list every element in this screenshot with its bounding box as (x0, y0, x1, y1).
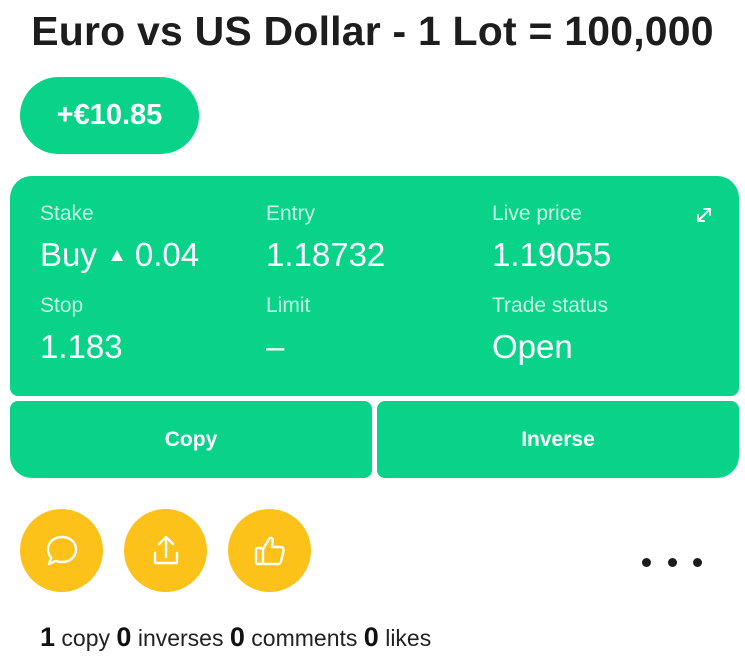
stake-cell: Stake Buy 0.04 (40, 202, 199, 274)
social-stats: 1 copy 0 inverses 0 comments 0 likes (40, 622, 431, 653)
trade-status-label: Trade status (492, 294, 608, 317)
limit-cell: Limit – (266, 294, 310, 366)
entry-label: Entry (266, 202, 316, 225)
copies-label: copy (61, 625, 111, 651)
limit-label: Limit (266, 294, 311, 317)
live-price-cell: Live price 1.19055 (492, 202, 611, 274)
live-price-label: Live price (492, 202, 582, 225)
inverses-label: inverses (137, 625, 224, 651)
likes-count: 0 (363, 622, 379, 652)
stop-value: 1.183 (40, 328, 123, 365)
comment-button[interactable] (20, 509, 103, 592)
inverses-count: 0 (116, 622, 132, 652)
stake-amount: 0.04 (134, 236, 200, 273)
more-icon-dot (693, 557, 702, 567)
like-icon (254, 536, 285, 565)
stake-label: Stake (40, 202, 94, 225)
share-icon (153, 535, 178, 564)
profit-badge: +€10.85 (20, 77, 199, 154)
live-price-value: 1.19055 (492, 236, 612, 273)
comment-icon (46, 535, 77, 565)
up-arrow-icon (110, 249, 123, 261)
like-button[interactable] (228, 509, 311, 592)
limit-value: – (266, 328, 285, 365)
stake-value: Buy 0.04 (40, 236, 199, 274)
inverse-button[interactable]: Inverse (377, 401, 739, 478)
expand-icon[interactable] (695, 206, 713, 224)
likes-label: likes (385, 625, 432, 651)
copies-count: 1 (40, 622, 56, 652)
trade-card: Stake Buy 0.04 Entry 1.18732 Live price … (10, 176, 739, 396)
entry-cell: Entry 1.18732 (266, 202, 385, 274)
more-icon (642, 557, 651, 567)
trade-status-cell: Trade status Open (492, 294, 608, 366)
direction-text: Buy (40, 236, 97, 273)
share-button[interactable] (124, 509, 207, 592)
stop-label: Stop (40, 294, 84, 317)
more-icon-dot (667, 557, 677, 567)
trade-status-value: Open (492, 328, 573, 365)
stop-cell: Stop 1.183 (40, 294, 123, 366)
comments-count: 0 (229, 622, 245, 652)
copy-button[interactable]: Copy (10, 401, 372, 478)
page-title: Euro vs US Dollar - 1 Lot = 100,000 (31, 8, 714, 54)
more-options-button[interactable] (642, 552, 702, 572)
comments-label: comments (251, 625, 358, 651)
entry-value: 1.18732 (266, 236, 386, 273)
